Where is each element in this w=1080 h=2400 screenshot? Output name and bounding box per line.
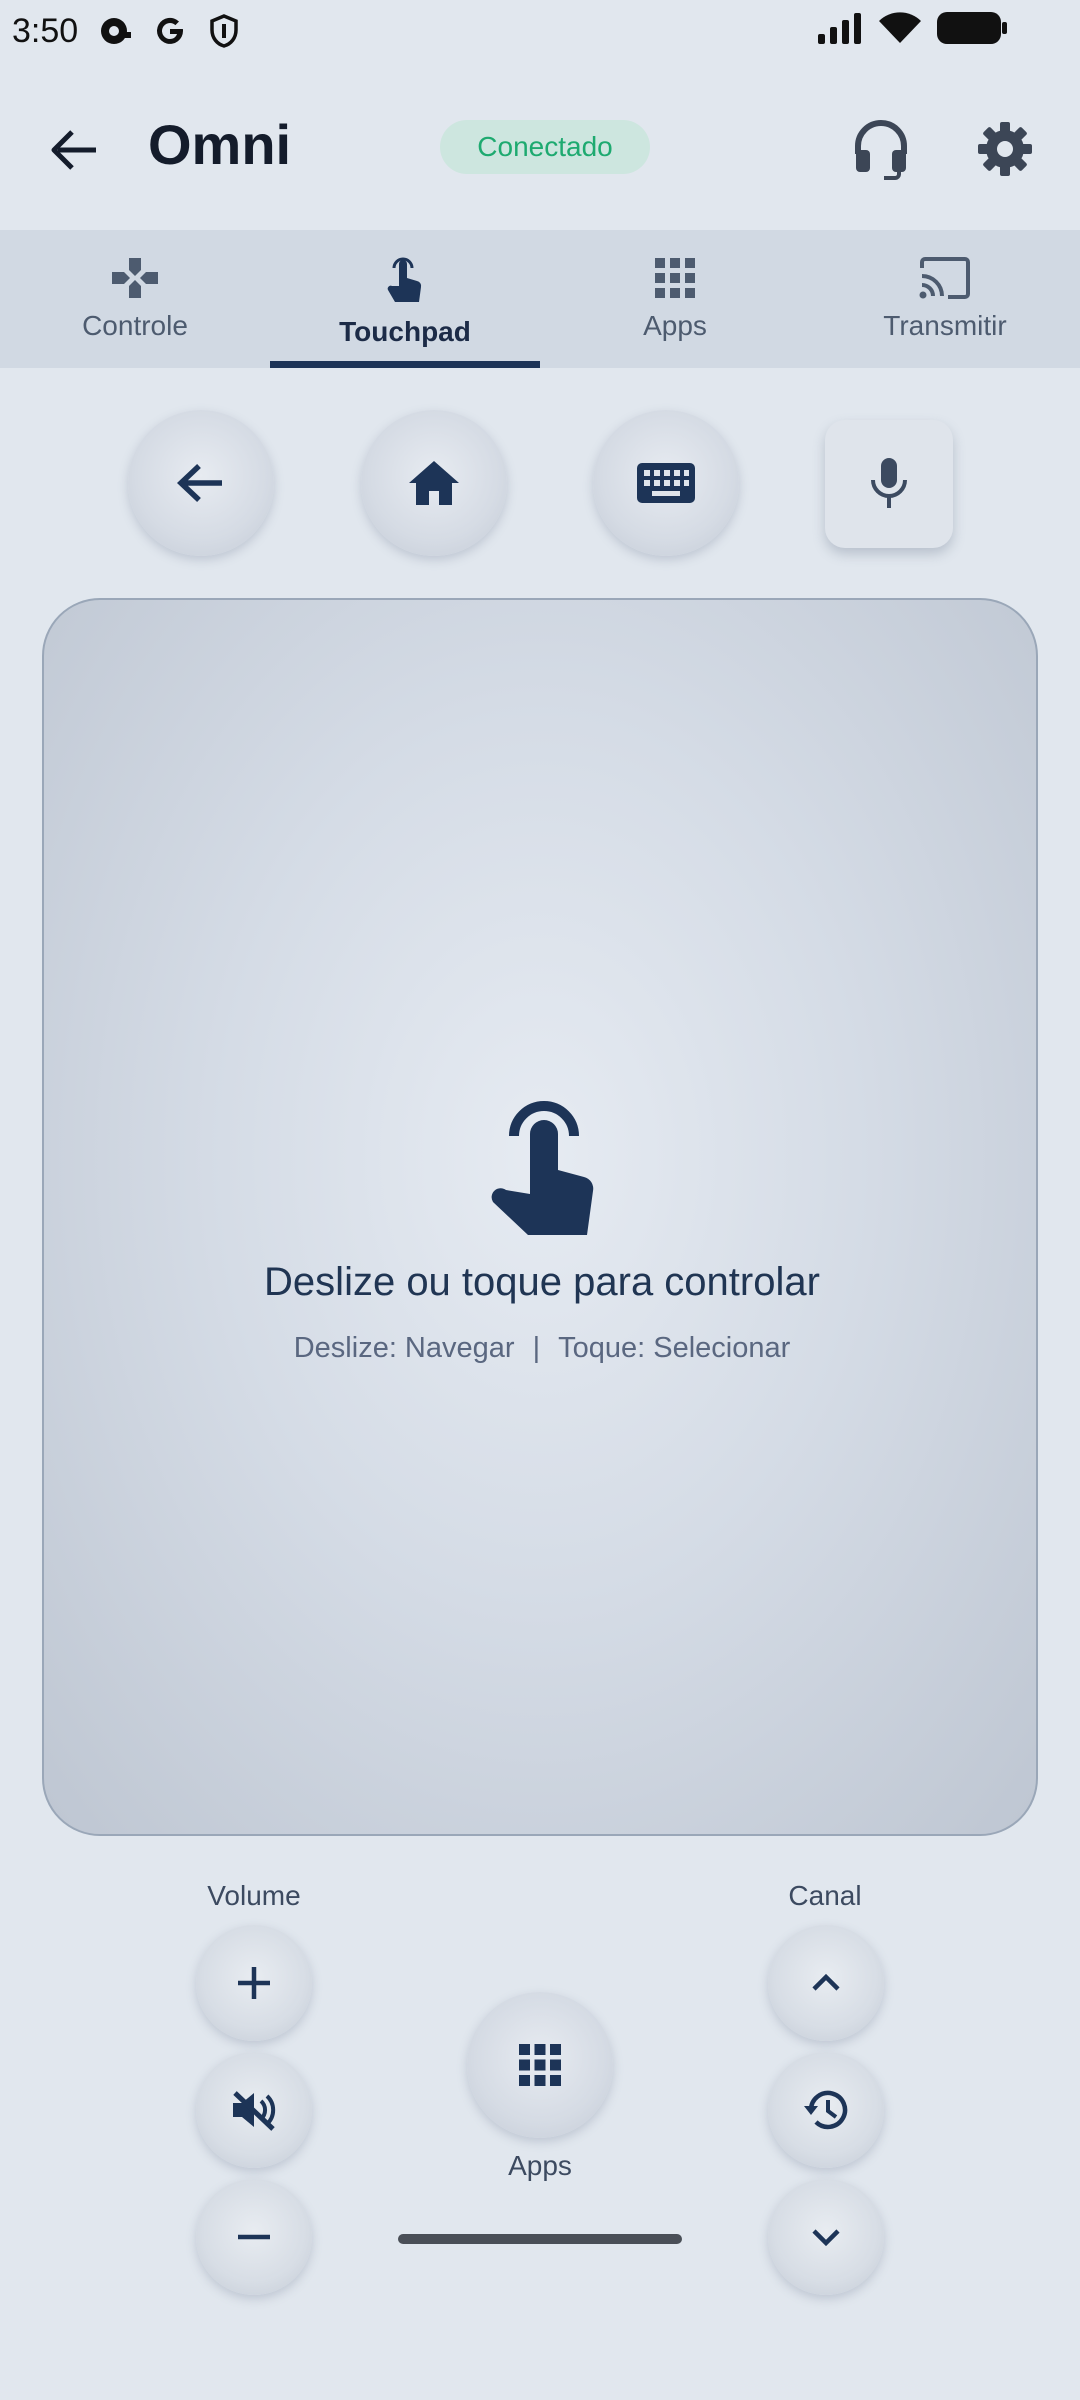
microphone-icon [871,458,907,508]
channel-label: Canal [788,1880,862,1911]
connection-status-badge: Conectado [440,120,650,174]
tab-bar: Controle Touchpad Apps Transmitir [0,230,1080,368]
arrow-left-icon [176,464,222,502]
media-notification-icon [96,11,136,51]
vpn-shield-icon [204,11,244,51]
minus-icon [238,2234,270,2240]
volume-down-button[interactable] [196,2179,312,2295]
keyboard-button[interactable] [593,410,739,556]
volume-label: Volume [207,1880,301,1911]
hint-separator: | [532,1332,541,1364]
tab-apps[interactable]: Apps [540,230,810,368]
apps-grid-icon [655,258,695,298]
signal-icon [816,12,864,49]
tab-label: Controle [82,310,188,341]
tab-touchpad[interactable]: Touchpad [270,230,540,368]
touch-gesture-icon [491,1101,594,1235]
app-header: Omni Conectado [0,90,1080,206]
apps-grid-icon [519,2044,561,2086]
history-icon [804,2090,848,2130]
page-title: Omni [148,113,292,176]
back-button[interactable] [44,120,104,180]
tab-label: Touchpad [339,316,471,347]
apps-button[interactable] [467,1992,613,2138]
hint-tap: Toque: Selecionar [558,1332,791,1364]
cast-icon [919,257,970,299]
active-tab-indicator [270,361,540,368]
quick-actions [0,410,1080,560]
google-icon [150,11,190,51]
nav-back-button[interactable] [128,410,274,556]
previous-channel-button[interactable] [768,2052,884,2168]
status-time: 3:50 [12,11,79,50]
apps-label: Apps [508,2150,572,2181]
plus-icon [238,1967,270,1999]
gamepad-icon [112,258,158,298]
voice-search-button[interactable] [825,420,953,548]
mute-icon [233,2091,276,2131]
volume-up-button[interactable] [196,1925,312,2041]
gesture-home-bar[interactable] [398,2234,682,2244]
tab-controle[interactable]: Controle [0,230,270,368]
touchpad-instruction: Deslize ou toque para controlar [264,1260,820,1304]
home-button[interactable] [361,410,507,556]
wifi-icon [878,11,922,50]
touchpad-hints: Deslize: Navegar | Toque: Selecionar [44,1332,1040,1365]
tab-transmitir[interactable]: Transmitir [810,230,1080,368]
tab-label: Transmitir [883,310,1007,341]
chevron-up-icon [812,1973,840,1991]
hint-swipe: Deslize: Navegar [293,1332,515,1364]
chevron-down-icon [812,2229,840,2247]
touchpad-area[interactable]: Deslize ou toque para controlar Deslize:… [42,598,1038,1836]
headset-icon [855,120,907,180]
settings-button[interactable] [972,116,1038,182]
channel-up-button[interactable] [768,1925,884,2041]
arrow-left-icon [51,130,96,170]
gear-icon [978,122,1032,176]
mute-button[interactable] [196,2052,312,2168]
keyboard-icon [637,463,695,503]
tab-label: Apps [643,310,707,341]
headset-button[interactable] [848,116,914,182]
status-bar: 3:50 [0,0,1080,62]
touch-icon [387,257,422,302]
channel-down-button[interactable] [768,2179,884,2295]
battery-icon [936,10,1008,51]
home-icon [409,461,459,505]
